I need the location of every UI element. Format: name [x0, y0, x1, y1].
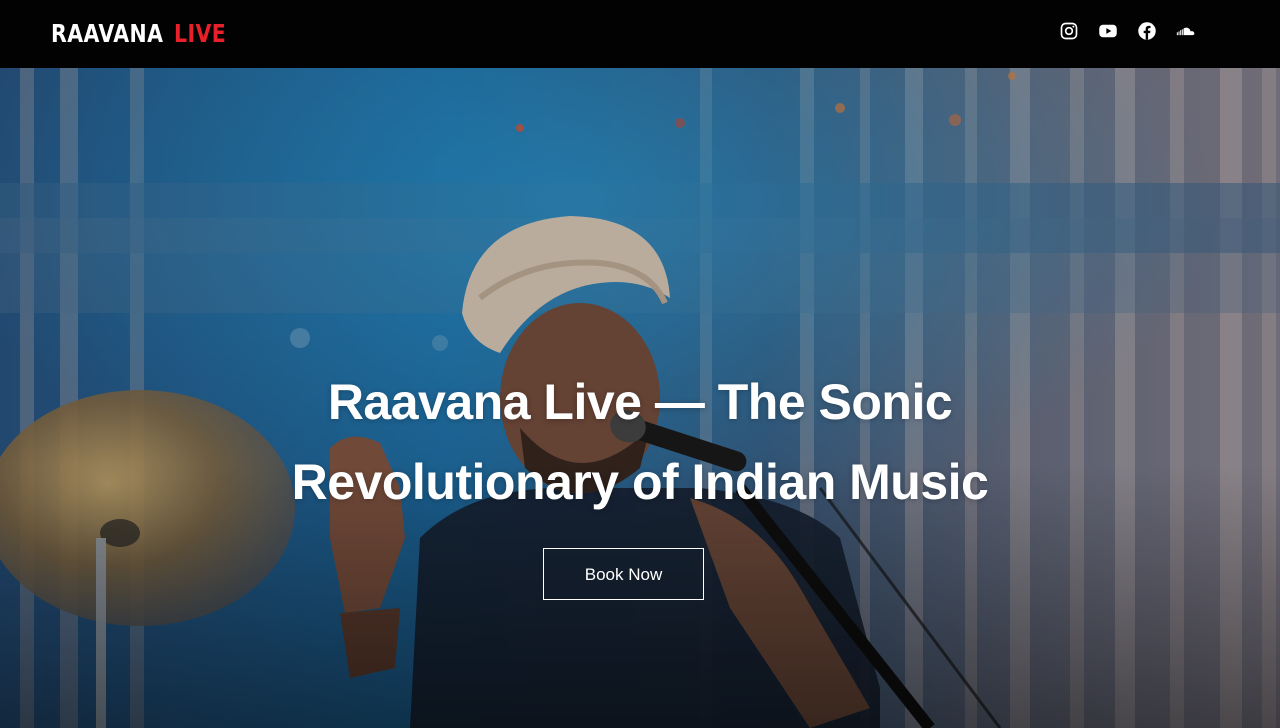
- hero-title-line-2: Revolutionary of Indian Music: [291, 454, 989, 510]
- site-header: RAAVANA LIVE: [0, 0, 1280, 68]
- hero-section: Raavana Live — The Sonic Revolutionary o…: [0, 68, 1280, 728]
- logo-word-live: LIVE: [174, 19, 227, 48]
- page: RAAVANA LIVE Raavana Live — The Sonic Re…: [0, 0, 1280, 728]
- site-logo[interactable]: RAAVANA LIVE: [51, 19, 238, 49]
- soundcloud-icon[interactable]: [1176, 21, 1196, 41]
- book-now-button[interactable]: Book Now: [543, 548, 704, 600]
- logo-word-raavana: RAAVANA: [51, 19, 164, 48]
- hero-title-line-1: Raavana Live — The Sonic: [327, 374, 953, 430]
- youtube-icon[interactable]: [1098, 21, 1118, 41]
- hero-title: Raavana Live — The Sonic Revolutionary o…: [0, 362, 1280, 522]
- facebook-icon[interactable]: [1137, 21, 1157, 41]
- instagram-icon[interactable]: [1059, 21, 1079, 41]
- social-links: [1059, 21, 1196, 41]
